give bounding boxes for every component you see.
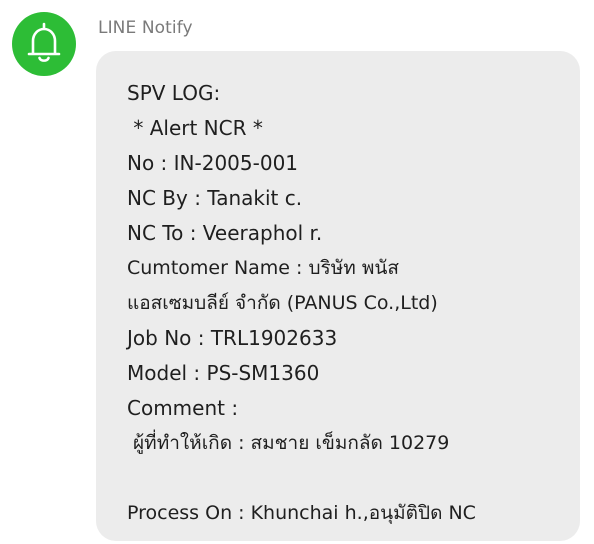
message-line-nc-by: NC By : Tanakit c.: [127, 186, 303, 210]
message-line-job-no: Job No : TRL1902633: [127, 326, 338, 350]
message-line-process-on: Process On : Khunchai h.,อนุมัติปิด NC: [127, 502, 476, 524]
message-line-model: Model : PS-SM1360: [127, 361, 320, 385]
chat-message-row: LINE Notify SPV LOG: * Alert NCR * No : …: [0, 0, 594, 544]
message-line-log-header: SPV LOG:: [127, 81, 221, 105]
message-line-alert: * Alert NCR *: [127, 116, 263, 140]
message-line-comment: Comment :: [127, 396, 239, 420]
message-line-number: No : IN-2005-001: [127, 151, 299, 175]
message-bubble[interactable]: SPV LOG: * Alert NCR * No : IN-2005-001 …: [96, 51, 580, 541]
sender-avatar[interactable]: [12, 12, 76, 76]
sender-name: LINE Notify: [98, 18, 193, 38]
message-line-comment-text: ผู้ที่ทำให้เกิด : สมชาย เข็มกลัด 10279: [127, 432, 450, 454]
message-line-customer-name-cont: แอสเซมบลีย์ จำกัด (PANUS Co.,Ltd): [127, 292, 438, 314]
message-line-customer-name: Cumtomer Name : บริษัท พนัส: [127, 257, 399, 279]
bell-icon: [27, 22, 61, 62]
message-line-blank: [127, 461, 568, 496]
message-line-nc-to: NC To : Veeraphol r.: [127, 221, 323, 245]
